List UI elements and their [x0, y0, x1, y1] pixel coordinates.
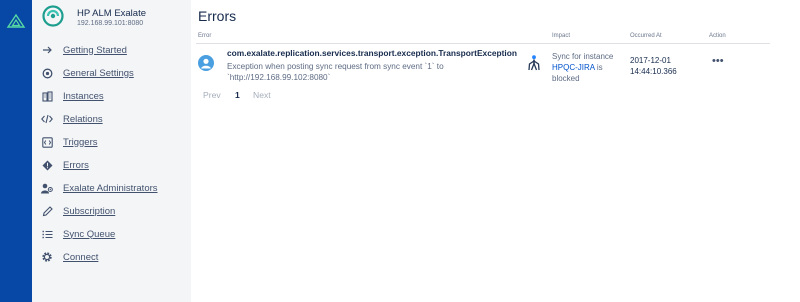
- code-icon: [41, 113, 53, 125]
- column-header-occurred-at: Occurred At: [630, 33, 662, 39]
- column-header-impact: Impact: [552, 33, 571, 39]
- exalate-logo-icon: [42, 5, 64, 27]
- app-address: 192.168.99.101:8080: [77, 20, 144, 27]
- error-icon: [41, 159, 53, 171]
- occurred-at: 2017-12-01 14:44:10.366: [630, 55, 700, 77]
- sidebar-item-getting-started[interactable]: Getting Started: [32, 41, 191, 59]
- sidebar-item-label: Connect: [63, 251, 99, 263]
- sidebar-item-triggers[interactable]: Triggers: [32, 133, 191, 151]
- sidebar-item-subscription[interactable]: Subscription: [32, 202, 191, 220]
- sidebar-item-connect[interactable]: Connect: [32, 248, 191, 266]
- list-icon: [41, 228, 53, 240]
- user-avatar-icon: [201, 58, 211, 69]
- admins-icon: [41, 182, 53, 194]
- trigger-icon: [41, 136, 53, 148]
- instance-link[interactable]: HPQC-JIRA: [552, 63, 595, 72]
- settings-icon: [41, 67, 53, 79]
- sidebar-item-label: Sync Queue: [63, 228, 116, 240]
- sidebar-item-exalate-administrators[interactable]: Exalate Administrators: [32, 179, 191, 197]
- global-nav: [0, 0, 32, 302]
- next-page-link[interactable]: Next: [253, 90, 271, 100]
- error-title: com.exalate.replication.services.transpo…: [227, 48, 517, 58]
- main-content: Errors Error Impact Occurred At Action c…: [191, 0, 800, 302]
- sidebar-item-label: Instances: [63, 90, 104, 102]
- app-brand: HP ALM Exalate 192.168.99.101:8080: [42, 5, 192, 35]
- sidebar-item-label: Getting Started: [63, 44, 127, 56]
- sidebar: HP ALM Exalate 192.168.99.101:8080 Getti…: [32, 0, 191, 302]
- sidebar-item-sync-queue[interactable]: Sync Queue: [32, 225, 191, 243]
- sidebar-item-label: Exalate Administrators: [63, 182, 158, 194]
- app-name: HP ALM Exalate: [77, 8, 147, 19]
- table-header-divider: [196, 43, 770, 44]
- arrow-right-icon: [41, 44, 53, 56]
- current-page[interactable]: 1: [235, 90, 240, 100]
- sidebar-item-label: Relations: [63, 113, 103, 125]
- sidebar-item-errors[interactable]: Errors: [32, 156, 191, 174]
- impact-prefix: Sync for instance: [552, 52, 614, 61]
- sidebar-item-general-settings[interactable]: General Settings: [32, 64, 191, 82]
- prev-page-link[interactable]: Prev: [203, 90, 221, 100]
- building-icon: [41, 90, 53, 102]
- sidebar-item-label: General Settings: [63, 67, 134, 79]
- sidebar-item-label: Errors: [63, 159, 89, 171]
- gear-icon: [41, 251, 53, 263]
- app-switcher-icon[interactable]: [6, 13, 26, 29]
- occurred-date: 2017-12-01: [630, 56, 671, 65]
- sidebar-item-relations[interactable]: Relations: [32, 110, 191, 128]
- sidebar-item-label: Triggers: [63, 136, 98, 148]
- pencil-icon: [41, 205, 53, 217]
- sidebar-item-label: Subscription: [63, 205, 116, 217]
- page-title: Errors: [198, 8, 237, 24]
- column-header-error: Error: [198, 33, 212, 39]
- column-header-action: Action: [709, 33, 726, 39]
- sidebar-item-instances[interactable]: Instances: [32, 87, 191, 105]
- impact-text: Sync for instance HPQC-JIRA is blocked: [552, 51, 628, 84]
- error-message: Exception when posting sync request from…: [227, 62, 444, 82]
- occurred-time: 14:44:10.366: [630, 67, 677, 76]
- avatar: [198, 55, 214, 71]
- more-actions-button[interactable]: •••: [712, 56, 724, 67]
- jira-icon: [528, 55, 540, 71]
